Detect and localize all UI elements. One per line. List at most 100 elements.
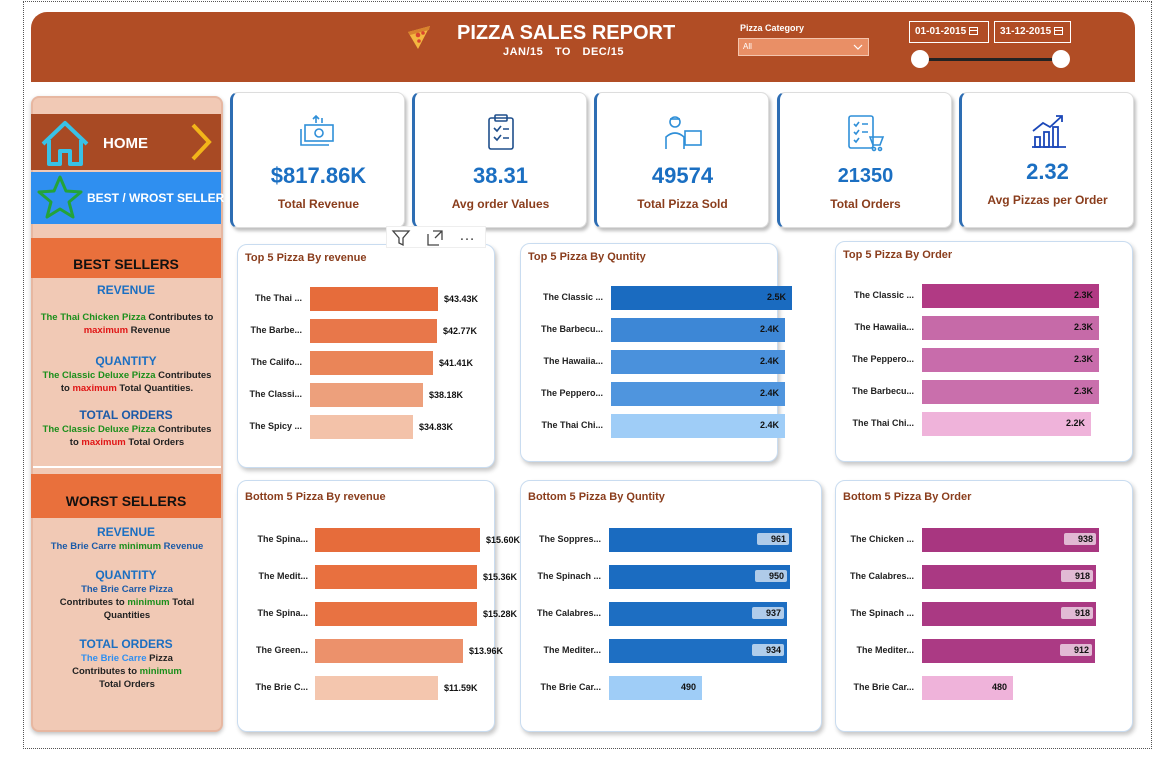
data-label: 918 xyxy=(1061,570,1093,582)
data-label: 918 xyxy=(1061,607,1093,619)
data-label: $15.60K xyxy=(486,535,521,545)
category-label: The Spinach ... xyxy=(537,571,601,581)
best-revenue-text: The Thai Chicken Pizza Contributes to ma… xyxy=(35,311,219,337)
category-label: The Spinach ... xyxy=(850,608,914,618)
growth-chart-icon xyxy=(1031,115,1066,148)
bar[interactable] xyxy=(315,528,480,552)
bar[interactable] xyxy=(310,287,438,311)
worst-orders-text: The Brie Carre Pizza Contributes to mini… xyxy=(35,652,219,691)
worst-quantity-text-1: Contributes to xyxy=(59,597,128,608)
data-label: $42.77K xyxy=(443,326,478,336)
best-orders-text-1: Contributes xyxy=(155,424,212,435)
chart-card-top-revenue[interactable]: Top 5 Pizza By revenue The Thai ... $43.43… xyxy=(237,244,495,468)
chart-card-bottom-revenue[interactable]: Bottom 5 Pizza By revenue The Spina... $15… xyxy=(237,480,520,732)
kpi-label: Total Pizza Sold xyxy=(637,197,728,211)
category-label: The Brie Car... xyxy=(853,682,914,692)
date-slider-track[interactable] xyxy=(919,58,1061,61)
chart-title: Top 5 Pizza By revenue xyxy=(245,252,367,264)
filter-icon[interactable] xyxy=(391,228,411,248)
data-label: $34.83K xyxy=(419,422,454,432)
data-label: $13.96K xyxy=(469,646,504,656)
bar[interactable] xyxy=(310,319,437,343)
worst-quantity-pizza: The Brie Carre Pizza xyxy=(81,584,173,595)
worst-revenue-text: The Brie Carre minimum Revenue xyxy=(35,540,219,553)
category-select[interactable]: All xyxy=(738,38,869,56)
visual-header-toolbar: … xyxy=(386,226,486,248)
kpi-card-revenue[interactable]: $817.86K Total Revenue xyxy=(230,92,405,228)
category-label: The Mediter... xyxy=(543,645,601,655)
kpi-card-avg-pizzas[interactable]: 2.32 Avg Pizzas per Order xyxy=(959,92,1134,228)
category-label: The Spina... xyxy=(257,608,308,618)
focus-mode-icon[interactable] xyxy=(425,228,445,248)
bar[interactable] xyxy=(315,639,463,663)
category-label: The Chicken ... xyxy=(850,534,914,544)
bar[interactable] xyxy=(310,383,423,407)
end-date-input[interactable]: 31-12-2015 xyxy=(994,21,1071,43)
kpi-card-pizza-sold[interactable]: 49574 Total Pizza Sold xyxy=(594,92,769,228)
kpi-card-total-orders[interactable]: 21350 Total Orders xyxy=(777,92,952,228)
data-label: 490 xyxy=(680,682,696,692)
chart-card-bottom-quantity[interactable]: Bottom 5 Pizza By Quntity The Soppres... 9… xyxy=(520,480,822,732)
date-slider-start-handle[interactable] xyxy=(911,50,929,68)
report-header: PIZZA SALES REPORT JAN/15 TO DEC/15 Pizz… xyxy=(31,12,1135,82)
bar[interactable] xyxy=(315,676,438,700)
worst-revenue-text-1: Revenue xyxy=(161,541,204,552)
chart-title: Bottom 5 Pizza By revenue xyxy=(245,491,386,503)
category-label: The Calabres... xyxy=(849,571,914,581)
best-quantity-text: The Classic Deluxe Pizza Contributes to … xyxy=(35,369,219,395)
chart-card-bottom-orders[interactable]: Bottom 5 Pizza By Order The Chicken ... 93… xyxy=(835,480,1133,732)
date-slider-end-handle[interactable] xyxy=(1052,50,1070,68)
bar[interactable] xyxy=(315,602,477,626)
category-label: The Barbecu... xyxy=(851,386,914,396)
worst-orders-text-2: Contributes to xyxy=(72,666,140,677)
worst-orders-text-3: Total Orders xyxy=(99,679,155,690)
kpi-value: 21350 xyxy=(837,165,894,187)
data-label: 2.4K xyxy=(759,356,779,366)
bar[interactable] xyxy=(310,415,413,439)
data-label: 480 xyxy=(991,682,1007,692)
category-label: The Thai Chi... xyxy=(852,418,914,428)
best-revenue-max: maximum xyxy=(83,325,129,336)
best-quantity-text-1: Contributes xyxy=(155,370,212,381)
bar[interactable] xyxy=(315,565,477,589)
category-label: The Califo... xyxy=(250,357,302,367)
best-revenue-pizza: The Thai Chicken Pizza xyxy=(40,312,146,323)
category-label: The Brie C... xyxy=(255,682,308,692)
bar[interactable] xyxy=(310,351,433,375)
category-label: The Medit... xyxy=(258,571,309,581)
pizza-slice-icon xyxy=(408,26,430,49)
best-orders-max: maximum xyxy=(81,437,126,448)
data-label: $43.43K xyxy=(444,294,479,304)
kpi-value: $817.86K xyxy=(270,163,367,188)
sidebar-divider xyxy=(33,466,221,468)
best-orders-heading: TOTAL ORDERS xyxy=(79,408,173,422)
chart-card-top-quantity[interactable]: Top 5 Pizza By Quntity The Classic ... 2.5… xyxy=(520,243,792,462)
data-label: $15.36K xyxy=(483,572,518,582)
category-label: The Green... xyxy=(255,645,308,655)
kpi-label: Total Revenue xyxy=(277,197,360,211)
more-options-icon[interactable]: … xyxy=(459,227,476,245)
data-label: 2.4K xyxy=(759,324,779,334)
category-label: The Spina... xyxy=(257,534,308,544)
best-sellers-heading: BEST SELLERS xyxy=(31,238,221,278)
best-worst-nav-label: BEST / WROST SELLER xyxy=(87,191,225,205)
chart-card-top-orders[interactable]: Top 5 Pizza By Order The Classic ... 2.3K T… xyxy=(835,241,1133,462)
kpi-card-avg-order[interactable]: 38.31 Avg order Values xyxy=(412,92,587,228)
best-revenue-heading: REVENUE xyxy=(96,283,155,297)
home-nav-label: HOME xyxy=(103,135,148,152)
category-label: The Spicy ... xyxy=(249,421,302,431)
chevron-down-icon xyxy=(853,44,863,50)
worst-quantity-text-3: Quantities xyxy=(103,610,151,621)
worst-orders-min: minimum xyxy=(139,666,182,677)
category-label: The Classic ... xyxy=(853,290,914,300)
best-orders-text-2: to xyxy=(69,437,82,448)
money-icon xyxy=(299,114,334,146)
period-end: DEC/15 xyxy=(582,46,625,58)
data-label: 2.3K xyxy=(1073,386,1093,396)
worst-quantity-min: minimum xyxy=(127,597,170,608)
data-label: 2.3K xyxy=(1073,354,1093,364)
start-date-input[interactable]: 01-01-2015 xyxy=(909,21,989,43)
delivery-icon xyxy=(664,116,702,149)
best-orders-pizza: The Classic Deluxe Pizza xyxy=(42,424,156,435)
kpi-label: Total Orders xyxy=(830,197,901,211)
